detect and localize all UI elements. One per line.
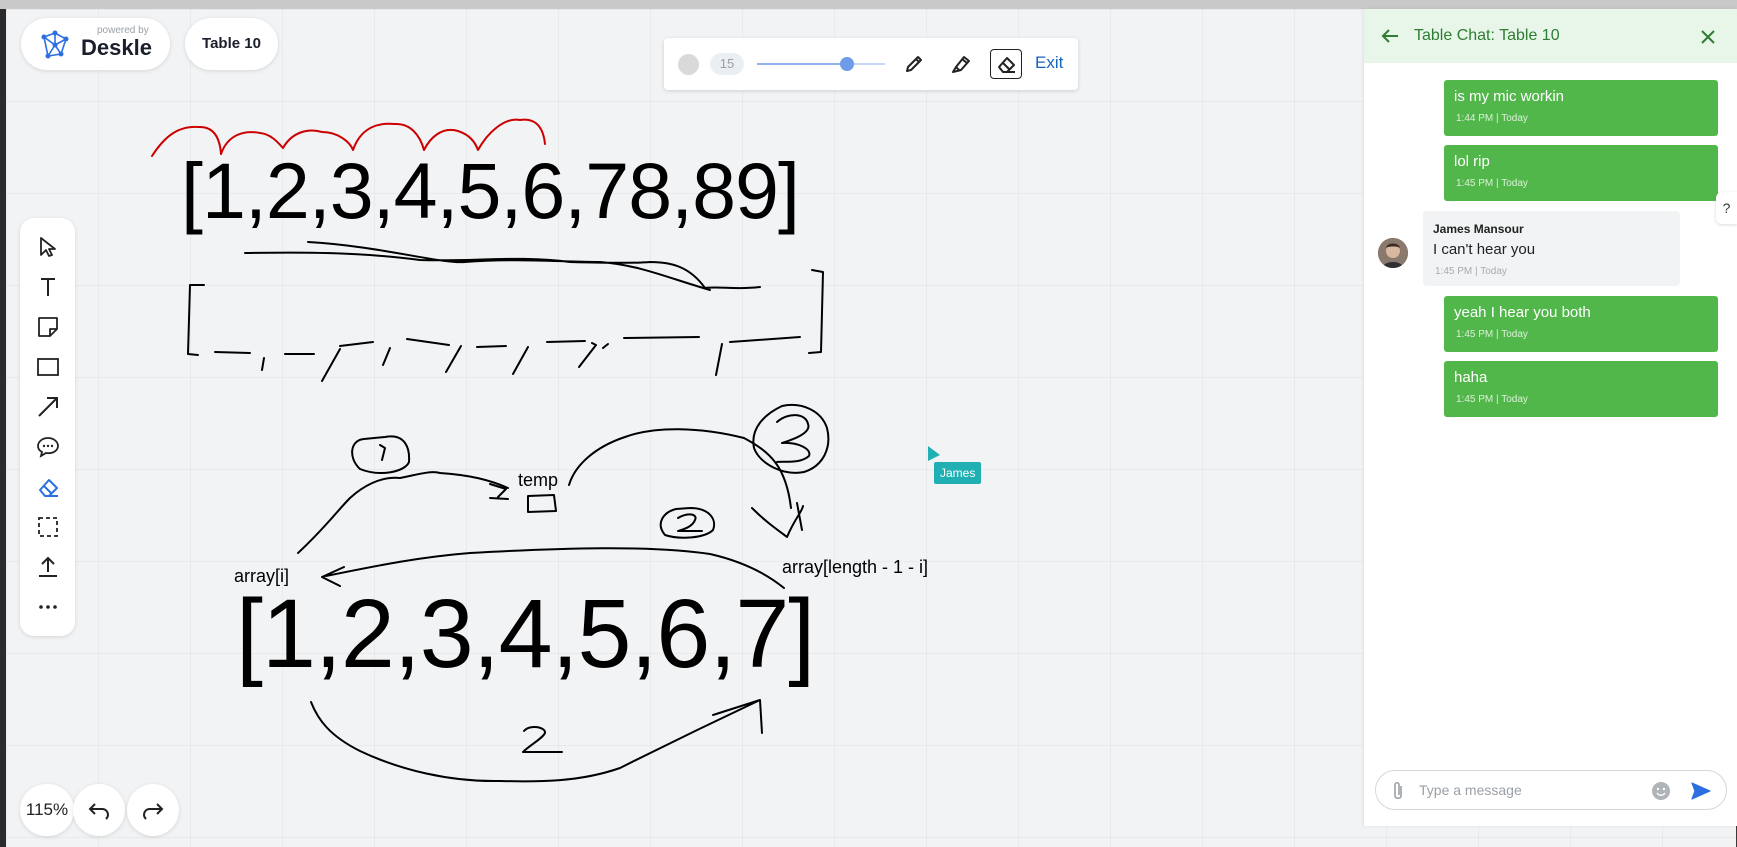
more-dots-icon: [39, 605, 57, 609]
avatar: [1378, 238, 1408, 268]
pen-size-slider-handle[interactable]: [839, 57, 854, 71]
attachment-icon[interactable]: [1390, 780, 1406, 802]
comment-bubble-icon: [37, 437, 59, 458]
chat-message: yeah I hear you both 1:45 PM | Today: [1444, 296, 1718, 352]
pen-size-slider[interactable]: [757, 63, 885, 65]
remote-cursor-icon: [928, 446, 940, 461]
eraser-tool-button[interactable]: [990, 49, 1022, 79]
blank-slots: [214, 336, 801, 355]
avatar-face-icon: [1378, 238, 1408, 268]
eraser-tool[interactable]: [33, 472, 63, 502]
blank-commas: [261, 342, 723, 382]
select-tool[interactable]: [33, 232, 63, 262]
message-author: James Mansour: [1433, 222, 1524, 236]
message-text: haha: [1454, 369, 1488, 386]
chat-header: Table Chat: Table 10: [1364, 9, 1737, 63]
array-i-label: array[i]: [234, 566, 290, 586]
pen-tool-button[interactable]: [898, 49, 930, 79]
circled-step-1: [351, 435, 411, 474]
table-name-pill[interactable]: Table 10: [185, 18, 278, 70]
rectangle-tool[interactable]: [33, 352, 63, 382]
scribble-line: [244, 241, 761, 291]
arrow-to-temp: [297, 471, 509, 554]
message-text: I can't hear you: [1433, 241, 1536, 258]
message-time: 1:45 PM | Today: [1456, 329, 1528, 340]
zoom-level[interactable]: 115%: [20, 784, 74, 836]
pencil-icon: [906, 56, 922, 72]
upload-icon: [39, 556, 57, 577]
pen-size-slider-fill: [757, 63, 847, 65]
more-tools[interactable]: [33, 592, 63, 622]
chat-message: haha 1:45 PM | Today: [1444, 361, 1718, 417]
rectangle-icon: [37, 358, 59, 376]
marker-icon: [952, 56, 970, 73]
bottom-array-text: [1,2,3,4,5,6,7]: [236, 579, 815, 688]
selection-tool[interactable]: [33, 512, 63, 542]
message-time: 1:45 PM | Today: [1435, 266, 1507, 277]
message-text: lol rip: [1454, 153, 1490, 170]
eraser-icon: [39, 479, 58, 497]
undo-button[interactable]: [73, 784, 125, 836]
tool-palette: [20, 218, 75, 636]
help-button[interactable]: ?: [1716, 192, 1737, 224]
message-time: 1:45 PM | Today: [1456, 178, 1528, 189]
brand-logo[interactable]: powered by Deskle: [21, 18, 170, 70]
temp-label: temp: [518, 470, 559, 490]
redo-button[interactable]: [127, 784, 179, 836]
send-icon[interactable]: [1690, 780, 1712, 802]
pen-color-swatch[interactable]: [678, 54, 699, 75]
message-text: is my mic workin: [1454, 88, 1565, 105]
upload-tool[interactable]: [33, 552, 63, 582]
top-array-text: [1,2,3,4,5,6,78,89]: [181, 146, 800, 235]
undo-icon: [88, 803, 110, 820]
message-text: yeah I hear you both: [1454, 304, 1591, 321]
back-arrow-icon[interactable]: [1380, 26, 1400, 46]
chat-panel: Table Chat: Table 10 is my mic workin 1:…: [1364, 9, 1737, 826]
eraser-icon: [998, 57, 1015, 73]
arrow-temp-to-end: [568, 428, 804, 538]
chat-message: is my mic workin 1:44 PM | Today: [1444, 80, 1718, 136]
circled-step-2-upper: [659, 507, 715, 539]
comment-tool[interactable]: [33, 432, 63, 462]
arrow-tool[interactable]: [33, 392, 63, 422]
diagonal-arrow-icon: [38, 397, 58, 417]
array-length-label: array[length - 1 - i]: [782, 557, 929, 577]
emoji-icon[interactable]: [1650, 780, 1672, 802]
message-input-placeholder: Type a message: [1419, 782, 1522, 798]
close-icon[interactable]: [1700, 29, 1716, 45]
cursor-arrow-icon: [40, 237, 56, 257]
message-input[interactable]: Type a message: [1375, 770, 1727, 810]
message-time: 1:44 PM | Today: [1456, 113, 1528, 124]
exit-draw-link[interactable]: Exit: [1035, 53, 1063, 73]
message-time: 1:45 PM | Today: [1456, 394, 1528, 405]
chat-title: Table Chat: Table 10: [1414, 27, 1560, 44]
pen-toolbar: 15 Exit: [664, 38, 1078, 90]
sticky-note-tool[interactable]: [33, 312, 63, 342]
chat-message: lol rip 1:45 PM | Today: [1444, 145, 1718, 201]
hand-bracket-left: [187, 284, 205, 356]
deskle-logo-icon: [41, 30, 69, 59]
table-name-label: Table 10: [202, 35, 261, 52]
text-icon: [41, 278, 55, 296]
redo-icon: [142, 803, 164, 820]
circled-step-3: [752, 404, 830, 474]
temp-box: [527, 494, 557, 513]
hand-bracket-right: [808, 269, 824, 354]
pen-size-value: 15: [710, 53, 744, 75]
text-tool[interactable]: [33, 272, 63, 302]
remote-cursor-label: James: [934, 462, 982, 484]
bottom-step-2: [522, 725, 563, 753]
marker-tool-button[interactable]: [945, 49, 977, 79]
dashed-selection-icon: [38, 517, 58, 537]
brand-name: Deskle: [81, 35, 152, 60]
chat-message-incoming: James Mansour I can't hear you 1:45 PM |…: [1423, 211, 1680, 286]
sticky-note-icon: [38, 317, 58, 337]
